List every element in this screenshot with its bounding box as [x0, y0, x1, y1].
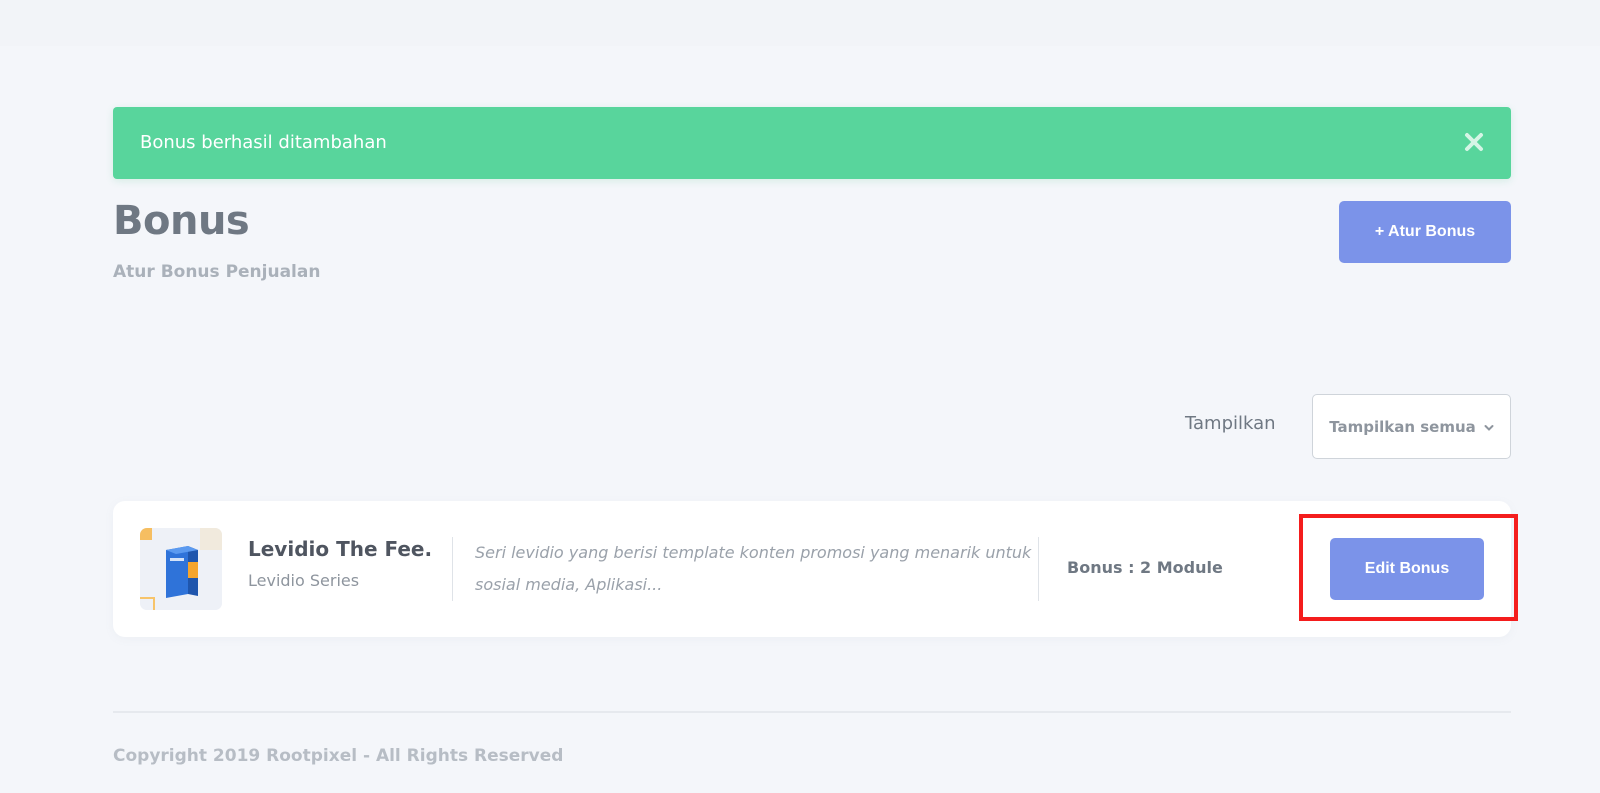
- product-thumbnail: [140, 528, 222, 610]
- bonus-count: Bonus : 2 Module: [1067, 558, 1223, 577]
- filter-select[interactable]: Tampilkan semua: [1312, 394, 1511, 459]
- page-title: Bonus: [113, 198, 250, 244]
- edit-bonus-button[interactable]: Edit Bonus: [1330, 538, 1484, 600]
- product-description: Seri levidio yang berisi template konten…: [475, 543, 1032, 594]
- page-subtitle: Atur Bonus Penjualan: [113, 262, 321, 282]
- filter-selected-value: Tampilkan semua: [1329, 417, 1476, 436]
- add-bonus-button[interactable]: + Atur Bonus: [1339, 201, 1511, 263]
- success-alert: Bonus berhasil ditambahan: [113, 107, 1511, 179]
- chevron-down-icon: [1484, 418, 1494, 436]
- footer-copyright: Copyright 2019 Rootpixel - All Rights Re…: [113, 746, 564, 766]
- footer-divider: [113, 711, 1511, 713]
- divider: [1038, 537, 1039, 601]
- close-icon[interactable]: [1463, 131, 1485, 153]
- filter-label: Tampilkan: [1185, 413, 1276, 434]
- product-series: Levidio Series: [248, 571, 360, 590]
- divider: [452, 537, 453, 601]
- alert-message: Bonus berhasil ditambahan: [140, 132, 387, 153]
- top-bar: [0, 0, 1600, 46]
- product-name: Levidio The Fee...: [248, 537, 433, 561]
